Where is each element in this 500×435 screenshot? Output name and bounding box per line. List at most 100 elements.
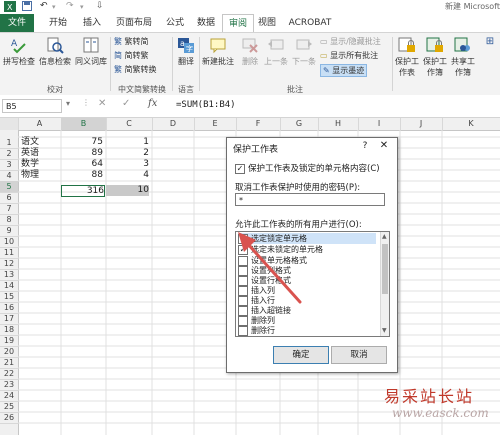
column-header-k[interactable]: K xyxy=(442,118,500,130)
ok-button[interactable]: 确定 xyxy=(273,346,329,364)
protect-workbook-button[interactable]: 保护工作簿 xyxy=(422,36,448,78)
new-comment-button[interactable]: 新建批注 xyxy=(200,36,236,67)
column-header-g[interactable]: G xyxy=(280,118,319,130)
cell-b1[interactable]: 75 xyxy=(61,137,103,148)
column-header-d[interactable]: D xyxy=(152,118,195,130)
tab-home[interactable]: 开始 xyxy=(42,14,74,32)
tab-data[interactable]: 数据 xyxy=(190,14,222,32)
tab-page-layout[interactable]: 页面布局 xyxy=(108,14,160,32)
cell-c1[interactable]: 1 xyxy=(106,137,149,148)
permission-label: 删除列 xyxy=(251,316,275,325)
ribbon: A 拼写检查 信息检索 同义词库 校对 繁 繁转简 简 简转繁 繁 简繁转换 中… xyxy=(0,32,500,96)
insert-function-icon[interactable]: fx xyxy=(148,98,157,109)
language-group-label: 语言 xyxy=(178,85,194,94)
excel-logo-icon: X xyxy=(4,1,16,15)
spell-check-button[interactable]: A 拼写检查 xyxy=(2,36,36,67)
delete-comment-label: 删除 xyxy=(242,57,258,66)
next-comment-label: 下一条 xyxy=(292,57,316,66)
column-header-i[interactable]: I xyxy=(358,118,401,130)
tab-file[interactable]: 文件 xyxy=(0,14,34,32)
customize-toolbar-icon[interactable]: ⇩ xyxy=(96,1,104,11)
cell-a3[interactable]: 数学 xyxy=(21,159,39,170)
cell-c2[interactable]: 2 xyxy=(106,148,149,159)
tab-insert[interactable]: 插入 xyxy=(78,14,106,32)
permission-checkbox-icon[interactable] xyxy=(238,315,248,326)
column-header-e[interactable]: E xyxy=(194,118,237,130)
scrollbar-thumb[interactable] xyxy=(382,244,388,294)
window-title: 新建 Microsoft xyxy=(445,2,500,11)
permission-checkbox-icon[interactable] xyxy=(238,325,248,336)
undo-dropdown-icon[interactable]: ▾ xyxy=(52,3,56,11)
chinese-convert-button[interactable]: 繁 简繁转换 xyxy=(114,64,157,75)
close-icon[interactable]: ✕ xyxy=(377,140,391,152)
previous-comment-icon xyxy=(268,39,284,50)
confirm-entry-icon[interactable]: ✓ xyxy=(122,98,130,109)
formula-input[interactable]: =SUM(B1:B4) xyxy=(176,100,236,110)
next-comment-button[interactable]: 下一条 xyxy=(290,36,318,67)
name-box-dropdown-icon[interactable]: ▾ xyxy=(66,99,70,108)
tab-review[interactable]: 审阅 xyxy=(222,14,254,32)
redo-dropdown-icon[interactable]: ▾ xyxy=(80,3,84,11)
column-header-a[interactable]: A xyxy=(18,118,62,130)
cell-a1[interactable]: 语文 xyxy=(21,137,39,148)
protect-sheet-button[interactable]: 保护工作表 xyxy=(394,36,420,78)
show-ink-button[interactable]: ✎ 显示墨迹 xyxy=(320,64,368,77)
permissions-scrollbar[interactable]: ▲ ▼ xyxy=(380,232,389,336)
ribbon-divider xyxy=(172,37,173,91)
column-header-j[interactable]: J xyxy=(400,118,443,130)
thesaurus-button[interactable]: 同义词库 xyxy=(74,36,108,67)
previous-comment-button[interactable]: 上一条 xyxy=(262,36,290,67)
undo-icon[interactable]: ↶ xyxy=(40,1,48,11)
title-bar: X ↶ ▾ ↷ ▾ ⇩ 新建 Microsoft xyxy=(0,0,500,14)
redo-icon[interactable]: ↷ xyxy=(66,1,74,11)
delete-comment-icon xyxy=(242,38,258,53)
protect-content-check-icon[interactable]: ✓ xyxy=(235,163,245,174)
cell-b5[interactable]: 316 xyxy=(61,185,105,197)
list-item[interactable]: 删除行 xyxy=(238,325,376,336)
ribbon-divider xyxy=(392,37,393,91)
show-hide-comments-button[interactable]: ▭ 显示/隐藏批注 xyxy=(320,36,381,47)
protect-content-checkbox[interactable]: ✓ 保护工作表及锁定的单元格内容(C) xyxy=(235,162,380,174)
protect-sheet-icon xyxy=(398,37,415,52)
help-icon[interactable]: ? xyxy=(359,140,371,152)
cell-b2[interactable]: 89 xyxy=(61,148,103,159)
tab-formulas[interactable]: 公式 xyxy=(160,14,190,32)
cell-a4[interactable]: 物理 xyxy=(21,170,39,181)
simplified-icon: 简 xyxy=(114,51,122,60)
cell-b4[interactable]: 88 xyxy=(61,170,103,181)
column-header-c[interactable]: C xyxy=(106,118,153,130)
translate-button[interactable]: a字 翻译 xyxy=(174,36,198,67)
scroll-up-icon[interactable]: ▲ xyxy=(382,233,387,240)
formula-options-icon: ⋮ xyxy=(82,98,90,107)
cell-c5[interactable]: 10 xyxy=(106,185,149,196)
save-icon[interactable] xyxy=(22,1,32,14)
watermark-text: 易采站长站 xyxy=(384,387,475,406)
delete-comment-button[interactable]: 删除 xyxy=(238,36,262,67)
cancel-entry-icon[interactable]: ✕ xyxy=(98,98,106,109)
tab-acrobat[interactable]: ACROBAT xyxy=(284,14,336,32)
scroll-down-icon[interactable]: ▼ xyxy=(382,327,387,334)
cell-b3[interactable]: 64 xyxy=(61,159,103,170)
cell-a2[interactable]: 英语 xyxy=(21,148,39,159)
watermark-url: www.easck.com xyxy=(392,406,489,420)
select-all-corner[interactable] xyxy=(0,118,19,130)
tab-view[interactable]: 视图 xyxy=(254,14,280,32)
name-box[interactable]: B5 xyxy=(2,99,62,113)
column-header-h[interactable]: H xyxy=(318,118,359,130)
research-button[interactable]: 信息检索 xyxy=(38,36,72,67)
column-header-f[interactable]: F xyxy=(236,118,281,130)
cancel-button[interactable]: 取消 xyxy=(331,346,387,364)
research-label: 信息检索 xyxy=(39,57,71,66)
share-workbook-button[interactable]: 共享工作簿 xyxy=(450,36,476,78)
to-simplified-button[interactable]: 简 简转繁 xyxy=(114,50,149,61)
cell-c3[interactable]: 3 xyxy=(106,159,149,170)
row-header[interactable]: 26 xyxy=(0,412,18,424)
column-header-b[interactable]: B xyxy=(61,118,107,130)
cell-c4[interactable]: 4 xyxy=(106,170,149,181)
permission-label: 删除行 xyxy=(251,326,275,335)
password-input[interactable]: * xyxy=(235,193,385,206)
chinese-group-label: 中文简繁转换 xyxy=(118,85,166,94)
show-all-comments-button[interactable]: ▭ 显示所有批注 xyxy=(320,50,378,61)
to-traditional-button[interactable]: 繁 繁转简 xyxy=(114,36,149,47)
more-changes-button[interactable]: ⊞ xyxy=(480,36,500,47)
